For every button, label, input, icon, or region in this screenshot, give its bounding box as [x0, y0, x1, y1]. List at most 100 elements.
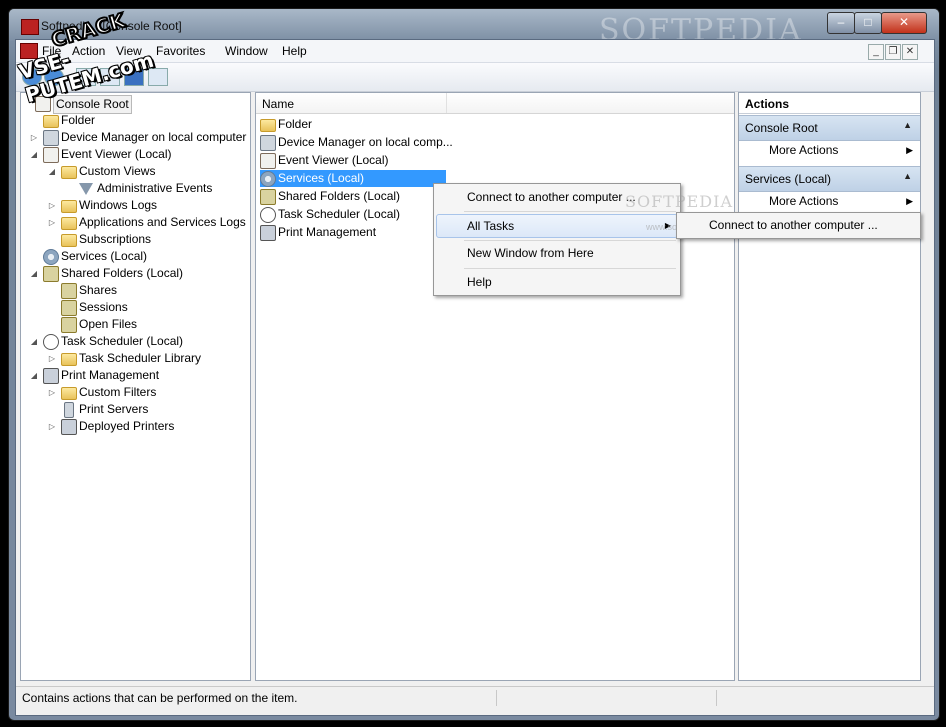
actions-section-services[interactable]: Services (Local) ▲: [739, 166, 920, 192]
tree-item-services[interactable]: Services (Local): [43, 248, 243, 265]
menu-item-label: Connect to another computer ...: [709, 218, 878, 232]
tree-item-label: Custom Filters: [79, 385, 157, 399]
tree-item-label: Shared Folders (Local): [61, 266, 184, 280]
tree-item-task-scheduler-library[interactable]: ▷ Task Scheduler Library: [47, 350, 247, 367]
folder-icon: [61, 200, 77, 213]
mdi-close-button[interactable]: ✕: [902, 44, 918, 60]
actions-section-title: Console Root: [745, 121, 818, 135]
tree-item-custom-filters[interactable]: ▷ Custom Filters: [47, 384, 247, 401]
list-item-event-viewer[interactable]: Event Viewer (Local): [260, 152, 430, 169]
list-item-device-manager[interactable]: Device Manager on local comp...: [260, 134, 460, 151]
menu-item-all-tasks[interactable]: All Tasks ▶: [436, 214, 678, 238]
tree-item-label: Administrative Events: [97, 181, 213, 195]
list-item-label: Folder: [278, 117, 313, 131]
close-button[interactable]: ✕: [881, 12, 927, 34]
minimize-button[interactable]: –: [827, 12, 855, 34]
tree-item-label: Event Viewer (Local): [61, 147, 172, 161]
tree-item-shared-folders[interactable]: ◢ Shared Folders (Local): [29, 265, 249, 282]
tree-item-deployed-printers[interactable]: ▷ Deployed Printers: [47, 418, 247, 435]
collapse-arrow-icon[interactable]: ◢: [29, 367, 39, 384]
result-list-pane[interactable]: Name Folder Device Manager on local comp…: [255, 92, 735, 681]
folder-icon: [61, 166, 77, 179]
console-tree[interactable]: Console Root Folder ▷ Device Manager on …: [20, 92, 251, 681]
filter-icon: [79, 183, 93, 195]
column-divider[interactable]: [446, 93, 447, 113]
status-divider: [716, 690, 717, 706]
collapse-arrow-icon[interactable]: ◢: [29, 265, 39, 282]
collapse-arrow-icon[interactable]: ▲: [903, 120, 912, 130]
mdi-restore-button[interactable]: ❐: [885, 44, 901, 60]
list-item-label: Services (Local): [278, 171, 365, 185]
folder-icon: [61, 217, 77, 230]
status-text: Contains actions that can be performed o…: [22, 691, 298, 705]
actions-section-title: Services (Local): [745, 172, 832, 186]
list-item-folder[interactable]: Folder: [260, 116, 430, 133]
menu-item-help[interactable]: Help: [437, 271, 677, 293]
collapse-arrow-icon[interactable]: ◢: [47, 163, 57, 180]
tree-item-task-scheduler[interactable]: ◢ Task Scheduler (Local): [29, 333, 249, 350]
expand-arrow-icon[interactable]: ▷: [29, 129, 39, 146]
collapse-arrow-icon[interactable]: ▲: [903, 171, 912, 181]
tree-item-label: Windows Logs: [79, 198, 158, 212]
list-item-shared-folders[interactable]: Shared Folders (Local): [260, 188, 430, 205]
window-frame: Softpedia - [Console Root] SOFTPEDIA – □…: [8, 8, 940, 721]
more-actions-console-root[interactable]: More Actions ▶: [769, 141, 919, 159]
maximize-button[interactable]: □: [854, 12, 882, 34]
folder-icon: [43, 115, 59, 128]
tree-item-administrative-events[interactable]: Administrative Events: [79, 180, 249, 197]
menu-item-new-window[interactable]: New Window from Here: [437, 242, 677, 264]
more-actions-label: More Actions: [769, 194, 839, 208]
tree-item-label: Shares: [79, 283, 118, 297]
tree-item-windows-logs[interactable]: ▷ Windows Logs: [47, 197, 247, 214]
tree-item-open-files[interactable]: Open Files: [61, 316, 241, 333]
collapse-arrow-icon[interactable]: ◢: [29, 333, 39, 350]
softpedia-watermark: SOFTPEDIA: [625, 192, 733, 211]
tree-item-custom-views[interactable]: ◢ Custom Views: [47, 163, 247, 180]
folder-icon: [260, 119, 276, 132]
tree-item-print-management[interactable]: ◢ Print Management: [29, 367, 249, 384]
list-item-task-scheduler[interactable]: Task Scheduler (Local): [260, 206, 430, 223]
more-actions-services[interactable]: More Actions ▶: [769, 192, 919, 210]
folder-icon: [61, 353, 77, 366]
event-viewer-icon: [260, 153, 276, 169]
folder-icon: [61, 234, 77, 247]
menu-item-label: Connect to another computer ...: [467, 190, 636, 204]
printer-icon: [61, 419, 77, 435]
collapse-arrow-icon[interactable]: ◢: [29, 146, 39, 163]
shared-folder-icon: [43, 266, 59, 282]
expand-arrow-icon[interactable]: ▷: [47, 418, 57, 435]
expand-arrow-icon[interactable]: ▷: [47, 197, 57, 214]
expand-arrow-icon[interactable]: ▷: [47, 384, 57, 401]
mdi-minimize-button[interactable]: _: [868, 44, 884, 60]
tree-item-subscriptions[interactable]: Subscriptions: [61, 231, 241, 248]
clock-icon: [43, 334, 59, 350]
column-header-name[interactable]: Name: [262, 97, 294, 111]
tree-item-shares[interactable]: Shares: [61, 282, 241, 299]
tree-item-label: Subscriptions: [79, 232, 152, 246]
list-item-label: Device Manager on local comp...: [278, 135, 453, 149]
actions-section-console-root[interactable]: Console Root ▲: [739, 115, 920, 141]
tree-item-sessions[interactable]: Sessions: [61, 299, 241, 316]
submenu-arrow-icon: ▶: [906, 196, 913, 206]
menu-window[interactable]: Window: [225, 44, 268, 58]
expand-arrow-icon[interactable]: ▷: [47, 214, 57, 231]
tree-item-print-servers[interactable]: Print Servers: [61, 401, 241, 418]
list-item-services[interactable]: Services (Local): [260, 170, 446, 187]
tree-item-label: Task Scheduler Library: [79, 351, 202, 365]
tree-item-event-viewer[interactable]: ◢ Event Viewer (Local): [29, 146, 249, 163]
menu-separator: [464, 211, 676, 212]
expand-arrow-icon[interactable]: ▷: [47, 350, 57, 367]
computer-icon: [43, 130, 59, 146]
tree-item-applications-services-logs[interactable]: ▷ Applications and Services Logs: [47, 214, 247, 231]
shared-folder-icon: [260, 189, 276, 205]
tree-item-label: Print Management: [61, 368, 160, 382]
menu-help[interactable]: Help: [282, 44, 307, 58]
tree-item-device-manager[interactable]: ▷ Device Manager on local computer: [29, 129, 249, 146]
status-divider: [496, 690, 497, 706]
list-item-print-management[interactable]: Print Management: [260, 224, 430, 241]
event-viewer-icon: [43, 147, 59, 163]
shared-folder-icon: [61, 283, 77, 299]
submenu-item-connect[interactable]: Connect to another computer ...: [679, 214, 917, 236]
computer-icon: [260, 135, 276, 151]
list-item-label: Print Management: [278, 225, 377, 239]
